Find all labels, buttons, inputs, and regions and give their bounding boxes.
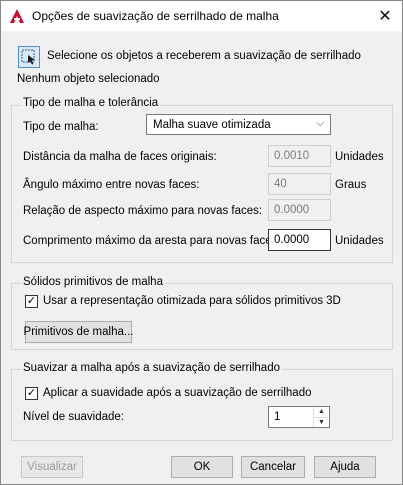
cancel-button[interactable]: Cancelar (241, 456, 305, 478)
primitives-group-title: Sólidos primitivos de malha (21, 276, 165, 288)
distance-label: Distância da malha de faces originais: (23, 151, 217, 163)
apply-smoothness-checkbox[interactable]: ✓ (25, 387, 38, 400)
close-icon: ✕ (378, 8, 392, 25)
apply-smoothness-label[interactable]: Aplicar a suavidade após a suavização de… (43, 387, 312, 399)
select-objects-label[interactable]: Selecione os objetos a receberem a suavi… (47, 50, 361, 62)
smooth-group-title: Suavizar a malha após a suavização de se… (21, 362, 282, 374)
spinner-down-icon[interactable]: ▼ (313, 417, 329, 427)
checkmark-icon: ✓ (26, 295, 37, 307)
mesh-type-dropdown[interactable]: Malha suave otimizada ⌵ (146, 114, 331, 135)
smooth-group (11, 369, 393, 441)
mesh-type-value: Malha suave otimizada (153, 118, 271, 131)
ok-button-label: OK (193, 461, 211, 473)
distance-value: 0.0010 (274, 150, 310, 162)
optimized-primitives-label[interactable]: Usar a representação otimizada para sóli… (43, 295, 341, 307)
select-objects-button[interactable] (18, 46, 40, 68)
distance-unit: Unidades (335, 151, 384, 163)
autocad-logo-icon (10, 9, 24, 23)
edge-length-unit: Unidades (335, 235, 384, 247)
aspect-ratio-value: 0.0000 (274, 204, 310, 216)
smoothness-level-value: 1 (274, 411, 281, 423)
help-button-label: Ajuda (330, 461, 360, 473)
selection-status: Nenhum objeto selecionado (17, 73, 160, 85)
edge-length-value: 0.0000 (274, 234, 310, 246)
mesh-primitives-button[interactable]: Primitivos de malha... (23, 321, 134, 343)
window-title: Opções de suavização de serrilhado de ma… (32, 9, 279, 23)
mesh-type-label: Tipo de malha: (23, 121, 99, 133)
spinner-arrows[interactable]: ▲ ▼ (313, 407, 329, 427)
preview-button-label: Visualizar (27, 461, 77, 473)
edge-length-field[interactable]: 0.0000 (268, 229, 331, 251)
angle-label: Ângulo máximo entre novas faces: (23, 179, 200, 191)
angle-field[interactable]: 40 (268, 173, 331, 195)
angle-value: 40 (274, 178, 287, 190)
spinner-up-icon[interactable]: ▲ (313, 407, 329, 418)
aspect-ratio-field[interactable]: 0.0000 (268, 199, 331, 221)
mesh-type-group-title: Tipo de malha e tolerância (21, 97, 161, 109)
dialog-window: Opções de suavização de serrilhado de ma… (0, 0, 403, 485)
close-button[interactable]: ✕ (368, 1, 402, 31)
help-button[interactable]: Ajuda (314, 456, 376, 478)
smoothness-level-spinner[interactable]: 1 ▲ ▼ (268, 406, 330, 428)
smoothness-level-label: Nível de suavidade: (23, 411, 125, 423)
optimized-primitives-checkbox[interactable]: ✓ (25, 295, 38, 308)
edge-length-label: Comprimento máximo da aresta para novas … (23, 235, 281, 247)
mesh-primitives-button-label: Primitivos de malha... (23, 326, 134, 338)
cancel-button-label: Cancelar (249, 461, 297, 473)
distance-field[interactable]: 0.0010 (268, 145, 331, 167)
select-objects-icon (21, 49, 35, 65)
ok-button[interactable]: OK (171, 456, 233, 478)
angle-unit: Graus (335, 179, 367, 191)
checkmark-icon: ✓ (26, 387, 37, 399)
title-bar: Opções de suavização de serrilhado de ma… (1, 1, 402, 31)
aspect-ratio-label: Relação de aspecto máximo para novas fac… (23, 205, 263, 217)
preview-button[interactable]: Visualizar (21, 456, 83, 478)
chevron-down-icon: ⌵ (316, 118, 324, 129)
